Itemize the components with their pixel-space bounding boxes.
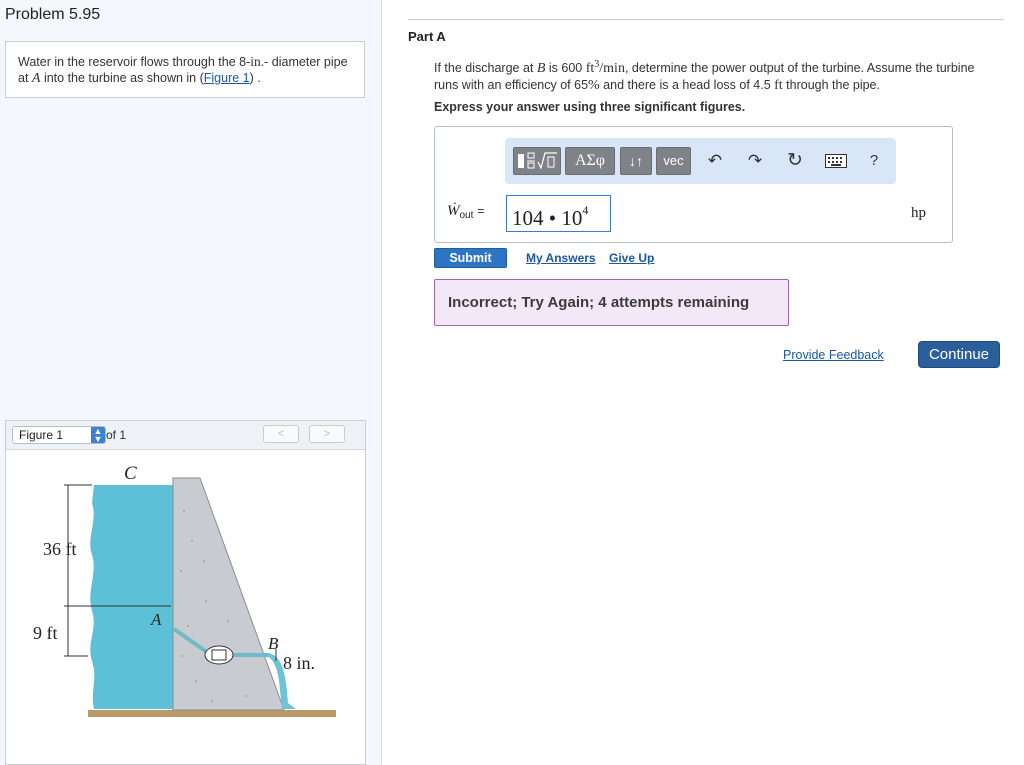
figure-select[interactable]: Figure 1 ▲ ▼ bbox=[12, 426, 106, 444]
reservoir-dam-figure: C A B 36 ft 9 ft 8 in. bbox=[33, 463, 336, 717]
answer-unit: hp bbox=[911, 205, 926, 221]
provide-feedback-link[interactable]: Provide Feedback bbox=[783, 348, 884, 362]
label-36-ft: 36 ft bbox=[43, 539, 77, 559]
vector-button[interactable]: vec bbox=[656, 147, 691, 175]
problem-title: Problem 5.95 bbox=[5, 6, 101, 23]
question-part: through the pipe. bbox=[782, 78, 880, 93]
answer-box: ΑΣφ ↓↑ vec ↶ ↷ ↻ ? Ẇout = 104 • 104 hp bbox=[434, 126, 953, 243]
keyboard-icon[interactable] bbox=[824, 149, 848, 173]
question-unit: ft bbox=[774, 78, 783, 94]
label-c: C bbox=[124, 463, 137, 484]
select-chevron-icon: ▲ ▼ bbox=[91, 427, 105, 444]
statement-text: Water in the reservoir flows through the… bbox=[18, 55, 251, 69]
statement-text: ) . bbox=[249, 71, 261, 85]
submit-button[interactable]: Submit bbox=[434, 248, 507, 268]
problem-statement: Water in the reservoir flows through the… bbox=[5, 41, 365, 98]
feedback-message: Incorrect; Try Again; 4 attempts remaini… bbox=[434, 279, 789, 326]
subscript-superscript-button[interactable]: ↓↑ bbox=[620, 147, 652, 175]
variable-equals: = bbox=[477, 204, 485, 218]
figure-toolbar: Figure 1 ▲ ▼ of 1 < > bbox=[6, 421, 365, 450]
question-text: If the discharge at B is 600 ft3/min, de… bbox=[434, 57, 994, 94]
figure-panel: Figure 1 ▲ ▼ of 1 < > C A B 36 ft 9 ft 8… bbox=[5, 420, 366, 765]
turbine bbox=[204, 645, 234, 665]
figure-select-value: Figure 1 bbox=[19, 428, 64, 442]
question-part: is 600 bbox=[545, 61, 586, 76]
question-unit: ft bbox=[585, 61, 595, 77]
fraction-sqrt-template-icon[interactable] bbox=[513, 147, 561, 175]
prev-figure-button[interactable]: < bbox=[263, 425, 299, 443]
next-figure-button[interactable]: > bbox=[309, 425, 345, 443]
help-button[interactable]: ? bbox=[863, 149, 885, 173]
divider bbox=[408, 19, 1004, 20]
variable-label: Ẇout = bbox=[447, 203, 485, 221]
question-unit: % bbox=[588, 78, 600, 94]
statement-unit: in. bbox=[250, 54, 265, 69]
answer-input[interactable]: 104 • 104 bbox=[506, 195, 611, 232]
greek-symbols-button[interactable]: ΑΣφ bbox=[565, 147, 615, 175]
label-b: B bbox=[268, 634, 279, 653]
instruction-text: Express your answer using three signific… bbox=[434, 100, 746, 114]
statement-text: into the turbine as shown in ( bbox=[40, 71, 204, 85]
label-9-ft: 9 ft bbox=[33, 623, 58, 643]
variable-symbol: Ẇ bbox=[447, 203, 460, 219]
question-unit: /min bbox=[599, 61, 625, 77]
left-pane: Problem 5.95 Water in the reservoir flow… bbox=[0, 0, 382, 765]
part-label: Part A bbox=[408, 29, 446, 44]
figure-1-link[interactable]: Figure 1 bbox=[204, 71, 250, 85]
math-toolbar: ΑΣφ ↓↑ vec ↶ ↷ ↻ ? bbox=[505, 138, 896, 184]
label-8-in: 8 in. bbox=[283, 653, 315, 673]
dam bbox=[172, 477, 285, 711]
ground bbox=[88, 710, 336, 717]
reservoir-water bbox=[90, 485, 173, 709]
figure-count: of 1 bbox=[106, 428, 127, 442]
continue-button[interactable]: Continue bbox=[918, 341, 1000, 368]
give-up-link[interactable]: Give Up bbox=[609, 251, 654, 265]
undo-icon[interactable]: ↶ bbox=[704, 149, 726, 173]
variable-subscript: out bbox=[459, 210, 474, 221]
right-pane: Part A If the discharge at B is 600 ft3/… bbox=[382, 0, 1024, 765]
my-answers-link[interactable]: My Answers bbox=[526, 251, 596, 265]
question-part: If the discharge at bbox=[434, 61, 537, 76]
reset-icon[interactable]: ↻ bbox=[784, 149, 806, 173]
redo-icon[interactable]: ↷ bbox=[744, 149, 766, 173]
question-part: and there is a head loss of 4.5 bbox=[599, 78, 775, 93]
answer-exponent: 4 bbox=[582, 203, 589, 217]
label-a: A bbox=[150, 610, 162, 629]
answer-mantissa: 104 • 10 bbox=[512, 206, 583, 230]
